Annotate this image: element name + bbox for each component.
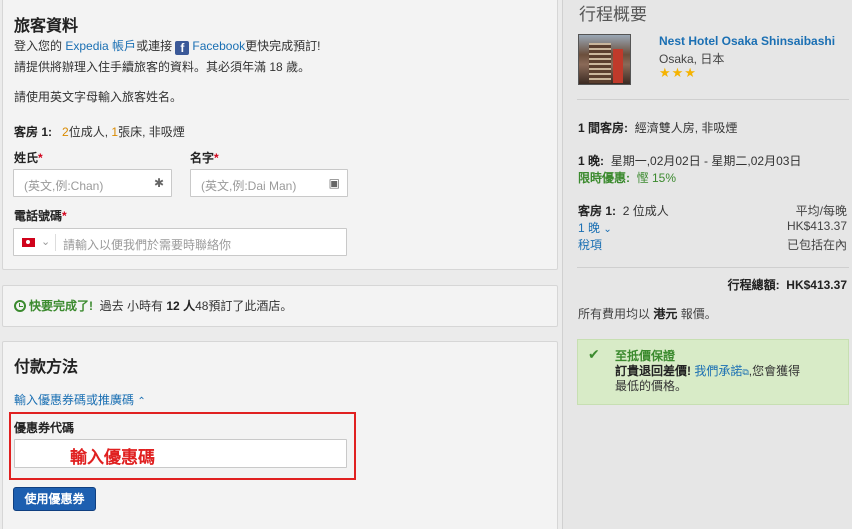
coupon-label: 優惠券代碼 — [14, 421, 75, 435]
taxes-included: 已包括在內 — [786, 238, 847, 252]
hotel-thumbnail[interactable] — [578, 34, 631, 85]
checkmark-icon: ✔ — [588, 346, 600, 362]
avg-per-night-label: 平均/每晚 — [795, 204, 847, 218]
trip-summary-sidebar: 行程概要 Nest Hotel Osaka Shinsaibashi Osaka… — [562, 0, 852, 529]
room-occupancy: 客房 1: 2位成人, 1張床, 非吸煙 — [14, 125, 185, 139]
chevron-down-icon: ⌄ — [603, 224, 612, 235]
phone-input[interactable]: ⌄ 請輸入以便我們於需要時聯絡你 — [13, 228, 347, 256]
urgency-message: 快要完成了! 過去 小時有 12 人48預訂了此酒店。 — [14, 297, 292, 314]
trip-summary-title: 行程概要 — [579, 5, 647, 24]
coupon-toggle-link[interactable]: 輸入優惠券碼或推廣碼 ⌃ — [14, 391, 146, 408]
hotel-name-link[interactable]: Nest Hotel Osaka Shinsaibashi — [659, 34, 835, 48]
one-night-toggle[interactable]: 1 晚 ⌄ — [578, 219, 612, 236]
age-note: 請提供將辦理入住手續旅客的資料。其必須年滿 18 歲。 — [14, 60, 311, 74]
currency-note: 所有費用均以 港元 報價。 — [578, 307, 717, 321]
room1-guests: 客房 1: 2 位成人 — [578, 204, 669, 218]
required-asterisk-icon: ✱ — [153, 176, 164, 190]
surname-label: 姓氏* — [14, 151, 43, 165]
expedia-account-link[interactable]: Expedia 帳戶 — [65, 39, 136, 53]
divider — [55, 234, 56, 251]
apply-coupon-button[interactable]: 使用優惠券 — [13, 487, 96, 511]
room-summary: 1 間客房: 經濟雙人房, 非吸煙 — [578, 121, 738, 135]
login-prompt: 登入您的 Expedia 帳戶或連接 f Facebook更快完成預訂! — [14, 39, 321, 55]
chevron-down-icon[interactable]: ⌄ — [41, 235, 50, 248]
coupon-input[interactable]: 輸入優惠碼 — [14, 439, 347, 468]
given-name-label: 名字* — [190, 151, 219, 165]
limited-deal: 限時優惠: 慳 15% — [578, 171, 677, 185]
facebook-link[interactable]: Facebook — [192, 39, 245, 53]
price-guarantee-box: ✔ 至抵價保證 訂貴退回差價! 我們承諾⧉,您會獲得 最低的價格。 — [577, 339, 849, 405]
clock-icon — [14, 300, 26, 312]
traveler-info-title: 旅客資料 — [14, 18, 79, 35]
night-price: HK$413.37 — [786, 219, 847, 233]
guarantee-link[interactable]: 我們承諾 — [694, 364, 742, 378]
divider — [577, 99, 849, 100]
english-name-note: 請使用英文字母輸入旅客姓名。 — [14, 90, 183, 104]
divider — [577, 267, 849, 268]
guarantee-text-2: 最低的價格。 — [615, 379, 688, 393]
phone-label: 電話號碼* — [14, 209, 67, 223]
hong-kong-flag-icon[interactable] — [22, 238, 35, 247]
id-card-icon: ▣ — [328, 176, 340, 190]
facebook-icon: f — [175, 41, 190, 55]
star-rating: ★★★ — [659, 65, 697, 80]
trip-total: 行程總額: HK$413.37 — [727, 278, 847, 292]
payment-title: 付款方法 — [14, 359, 79, 376]
given-name-input[interactable]: (英文,例:Dai Man) ▣ — [190, 169, 348, 197]
taxes-link[interactable]: 稅項 — [578, 236, 602, 253]
coupon-input-value: 輸入優惠碼 — [70, 448, 155, 467]
surname-input[interactable]: (英文,例:Chan) ✱ — [13, 169, 172, 197]
chevron-up-icon: ⌃ — [137, 396, 146, 407]
stay-dates: 1 晚: 星期一,02月02日 - 星期二,02月03日 — [578, 154, 802, 168]
